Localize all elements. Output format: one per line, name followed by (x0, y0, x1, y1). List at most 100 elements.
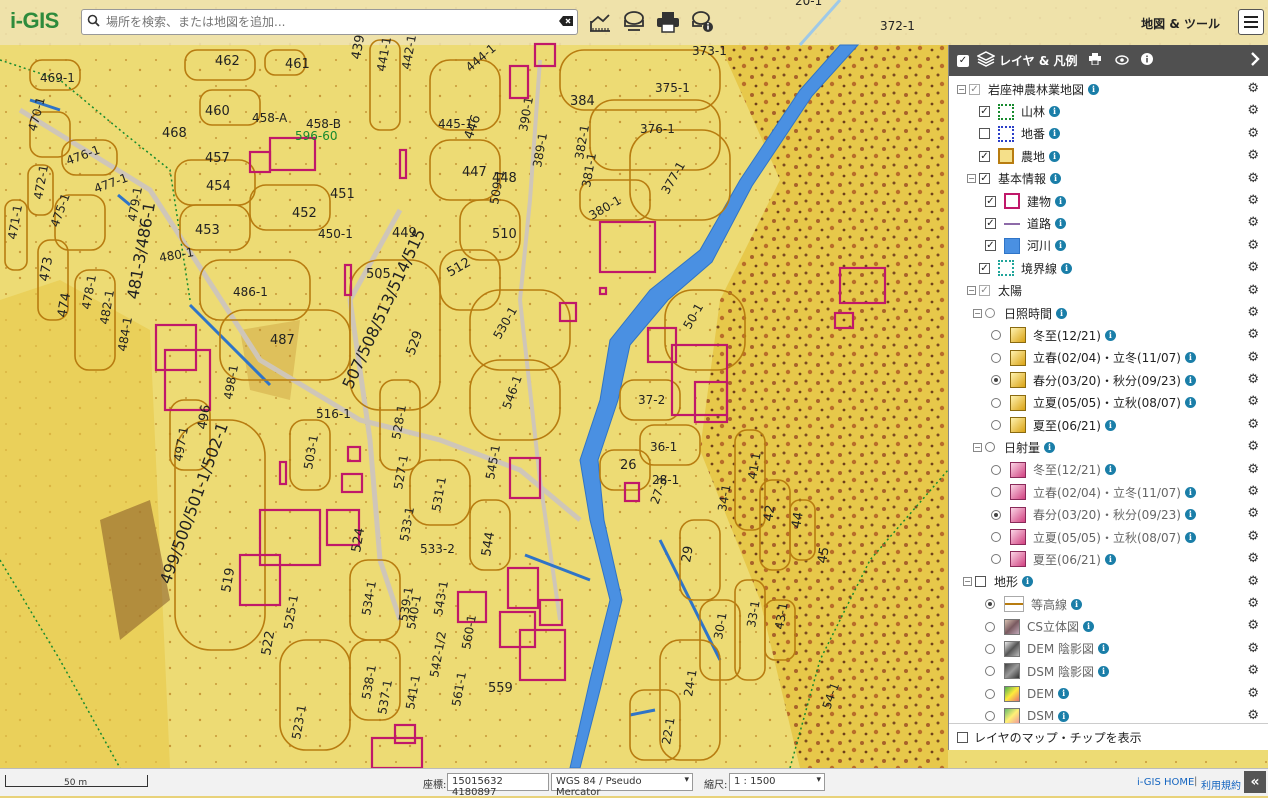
gear-icon[interactable]: ⚙ (1247, 327, 1259, 342)
gear-icon[interactable]: ⚙ (1247, 641, 1259, 656)
layer-sunshine-summer[interactable]: 夏至(06/21) i ⚙ (949, 414, 1268, 436)
collapse-icon[interactable]: − (967, 286, 976, 296)
layer-sunshine-equinox[interactable]: 春分(03/20)・秋分(09/23) i ⚙ (949, 369, 1268, 391)
info-icon[interactable]: i (1044, 441, 1056, 453)
layer-radio[interactable] (991, 487, 1001, 498)
layer-contour[interactable]: 等高線 i ⚙ (949, 593, 1268, 615)
info-icon[interactable]: i (1104, 329, 1116, 341)
layer-farmland[interactable]: ✓ 農地 i ⚙ (949, 145, 1268, 167)
coord-display[interactable]: 15015632 4180897 (447, 773, 549, 798)
layer-group-radiation[interactable]: − 日射量 i ⚙ (949, 436, 1268, 458)
gear-icon[interactable]: ⚙ (1247, 529, 1259, 544)
info-icon[interactable]: i (1098, 643, 1109, 655)
gear-icon[interactable]: ⚙ (1247, 305, 1259, 320)
toggle-all-checkbox[interactable]: ✓ (957, 54, 969, 67)
info-icon[interactable]: i (1050, 173, 1062, 185)
gear-icon[interactable]: ⚙ (1247, 439, 1259, 454)
layer-checkbox[interactable]: ✓ (979, 285, 990, 297)
info-icon[interactable] (1141, 53, 1154, 68)
layer-checkbox[interactable]: ✓ (979, 173, 990, 185)
layer-radio[interactable] (985, 711, 995, 722)
layer-radio[interactable] (985, 442, 995, 453)
hamburger-icon[interactable] (1238, 9, 1264, 35)
layer-radio[interactable] (985, 308, 995, 319)
gear-icon[interactable]: ⚙ (1247, 350, 1259, 365)
collapse-icon[interactable]: − (963, 577, 972, 587)
layer-checkbox[interactable]: ✓ (985, 218, 996, 230)
info-icon[interactable]: i (1071, 598, 1083, 610)
crs-select[interactable]: WGS 84 / Pseudo Mercator ▾ (551, 773, 693, 798)
layer-radio[interactable] (985, 599, 995, 610)
info-icon[interactable]: i (1104, 419, 1116, 431)
gear-icon[interactable]: ⚙ (1247, 372, 1259, 387)
info-icon[interactable]: i (1058, 710, 1070, 722)
layer-tool-icon[interactable] (620, 8, 648, 36)
layer-group-iwasagami[interactable]: − ✓ 岩座神農林業地図 i ⚙ (949, 78, 1268, 100)
layer-dem[interactable]: DEM i ⚙ (949, 683, 1268, 705)
map-chip-toggle[interactable]: レイヤのマップ・チップを表示 (949, 723, 1268, 750)
info-icon[interactable]: i (1184, 486, 1196, 498)
gear-icon[interactable]: ⚙ (1247, 708, 1259, 723)
layer-radiation-winter[interactable]: 冬至(12/21) i ⚙ (949, 459, 1268, 481)
layer-radiation-rikka[interactable]: 立夏(05/05)・立秋(08/07) i ⚙ (949, 526, 1268, 548)
gear-icon[interactable]: ⚙ (1247, 394, 1259, 409)
layer-radio[interactable] (991, 397, 1001, 408)
info-icon[interactable]: i (1098, 665, 1110, 677)
info-icon[interactable]: i (1184, 374, 1196, 386)
gear-icon[interactable]: ⚙ (1247, 462, 1259, 477)
gear-icon[interactable]: ⚙ (1247, 260, 1259, 275)
info-icon[interactable]: i (1049, 150, 1061, 162)
info-icon[interactable]: i (1088, 83, 1100, 95)
measure-icon[interactable] (586, 8, 614, 36)
info-icon[interactable]: i (1055, 218, 1067, 230)
layer-road[interactable]: ✓ 道路 i ⚙ (949, 212, 1268, 234)
info-icon[interactable]: i (1049, 106, 1061, 118)
layer-group-terrain[interactable]: − 地形 i ⚙ (949, 571, 1268, 593)
gear-icon[interactable]: ⚙ (1247, 506, 1259, 521)
layer-lot-number[interactable]: 地番 i ⚙ (949, 123, 1268, 145)
layer-radio[interactable] (985, 688, 995, 699)
gear-icon[interactable]: ⚙ (1247, 215, 1259, 230)
collapse-icon[interactable]: − (967, 174, 976, 184)
layer-radio[interactable] (985, 643, 995, 654)
info-icon[interactable]: i (1055, 195, 1067, 207)
layer-group-basic[interactable]: − ✓ 基本情報 i ⚙ (949, 168, 1268, 190)
layer-building[interactable]: ✓ 建物 i ⚙ (949, 190, 1268, 212)
eye-icon[interactable] (1115, 54, 1130, 68)
gear-icon[interactable]: ⚙ (1247, 618, 1259, 633)
gear-icon[interactable]: ⚙ (1247, 686, 1259, 701)
collapse-icon[interactable]: − (973, 442, 982, 452)
layer-river[interactable]: ✓ 河川 i ⚙ (949, 235, 1268, 257)
gear-icon[interactable]: ⚙ (1247, 171, 1259, 186)
info-icon[interactable]: i (1104, 464, 1116, 476)
search-box[interactable] (81, 9, 578, 35)
info-icon[interactable]: i (1061, 262, 1073, 274)
layer-sunshine-risshun[interactable]: 立春(02/04)・立冬(11/07) i ⚙ (949, 347, 1268, 369)
layer-dem-hillshade[interactable]: DEM 陰影図 i ⚙ (949, 638, 1268, 660)
map-tools-label[interactable]: 地図 & ツール (1141, 15, 1220, 32)
app-logo[interactable]: i-GIS (10, 8, 59, 34)
layer-radiation-risshun[interactable]: 立春(02/04)・立冬(11/07) i ⚙ (949, 481, 1268, 503)
gear-icon[interactable]: ⚙ (1247, 193, 1259, 208)
gear-icon[interactable]: ⚙ (1247, 238, 1259, 253)
layer-checkbox[interactable]: ✓ (969, 83, 980, 95)
gear-icon[interactable]: ⚙ (1247, 81, 1259, 96)
collapse-icon[interactable]: « (1244, 771, 1266, 793)
layer-cs-map[interactable]: CS立体図 i ⚙ (949, 615, 1268, 637)
info-icon[interactable]: i (1022, 576, 1034, 588)
layer-boundary[interactable]: ✓ 境界線 i ⚙ (949, 257, 1268, 279)
layer-checkbox[interactable]: ✓ (979, 262, 990, 274)
print-icon[interactable] (1089, 53, 1102, 68)
layer-checkbox[interactable]: ✓ (979, 150, 990, 162)
terms-link[interactable]: 利用規約 (1201, 777, 1241, 792)
layer-checkbox[interactable]: ✓ (985, 240, 996, 252)
gear-icon[interactable]: ⚙ (1247, 596, 1259, 611)
layer-radio[interactable] (991, 554, 1001, 565)
gear-icon[interactable]: ⚙ (1247, 551, 1259, 566)
home-link[interactable]: i-GIS HOME (1137, 777, 1194, 788)
info-icon[interactable]: i (1184, 352, 1196, 364)
map-chip-checkbox[interactable] (957, 731, 968, 743)
layer-radio[interactable] (991, 509, 1001, 520)
layer-checkbox[interactable]: ✓ (985, 195, 996, 207)
collapse-icon[interactable]: − (957, 84, 966, 94)
